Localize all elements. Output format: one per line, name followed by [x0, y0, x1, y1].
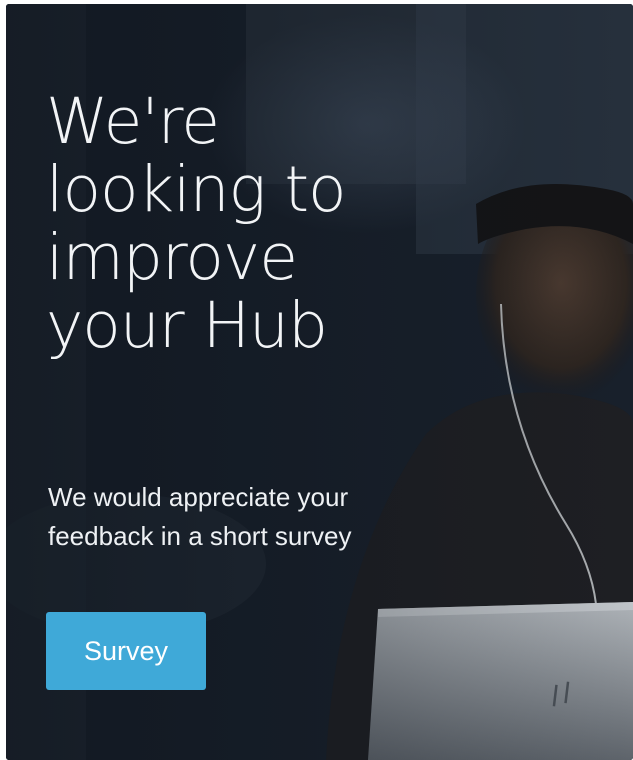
description-line: feedback in a short survey [48, 521, 352, 551]
headline-line: We're [46, 85, 220, 158]
survey-description: We would appreciate your feedback in a s… [48, 478, 468, 556]
headline-line: your Hub [46, 289, 328, 362]
description-line: We would appreciate your [48, 482, 349, 512]
headline-line: looking to [46, 153, 347, 226]
survey-banner: We're looking to improve your Hub We wou… [6, 4, 633, 760]
survey-button[interactable]: Survey [46, 612, 206, 690]
headline: We're looking to improve your Hub [46, 88, 466, 360]
headline-line: improve [46, 221, 298, 294]
